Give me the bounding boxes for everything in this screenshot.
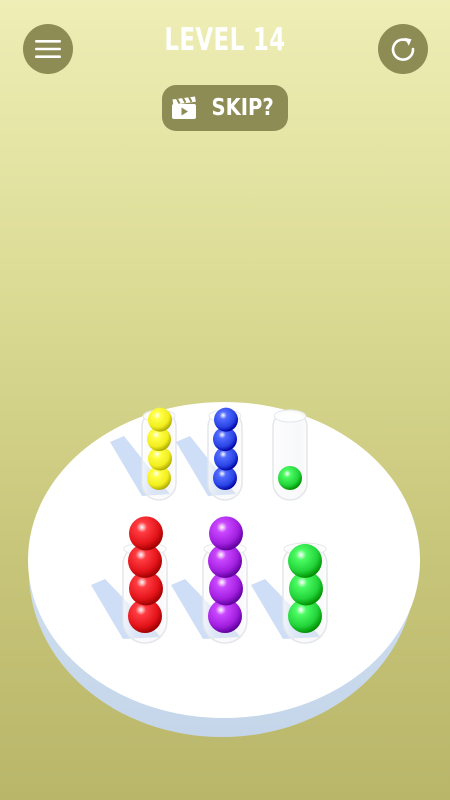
green-ball bbox=[288, 543, 322, 578]
tube-opening bbox=[273, 409, 307, 423]
blue-ball bbox=[214, 407, 238, 432]
tube-back-right[interactable] bbox=[272, 409, 308, 501]
red-ball bbox=[129, 516, 163, 551]
yellow-ball bbox=[148, 407, 172, 432]
game-board bbox=[28, 402, 420, 737]
purple-ball bbox=[209, 516, 243, 551]
green-ball bbox=[278, 466, 302, 490]
